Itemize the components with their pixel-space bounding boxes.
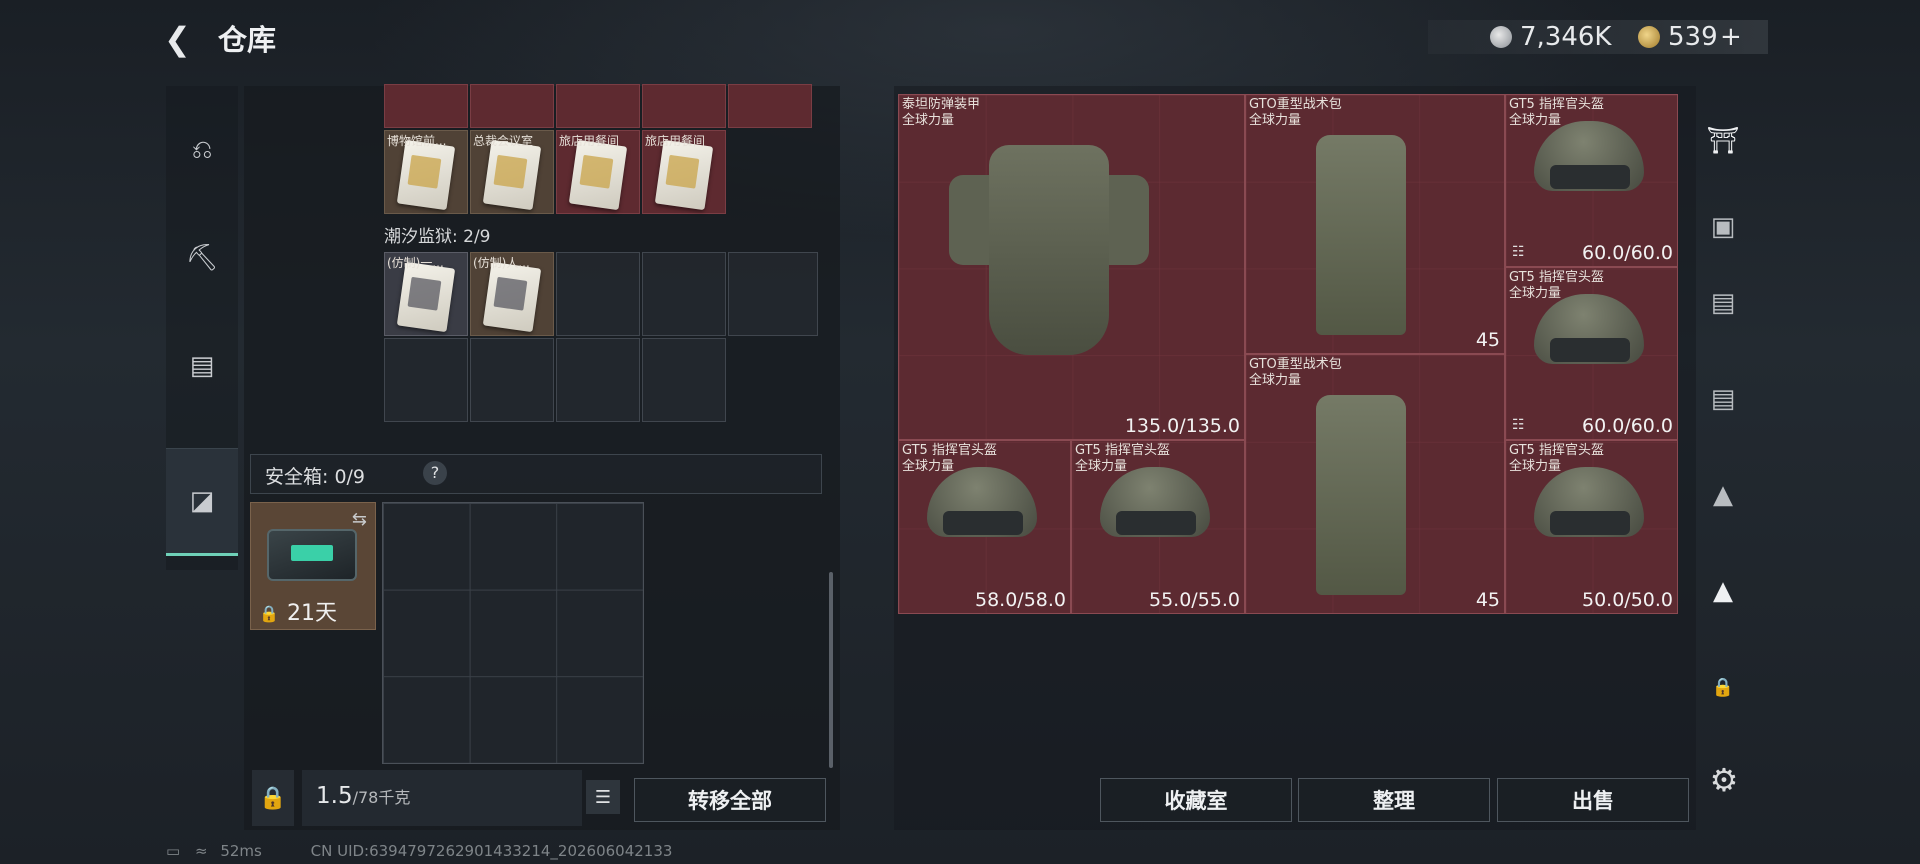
add-currency-button[interactable]: + <box>1720 20 1742 54</box>
empty-slot[interactable] <box>556 252 640 336</box>
safebox-item[interactable]: ⇆ 🔒 21天 <box>250 502 376 630</box>
item-slot[interactable]: 旅店用餐间 <box>642 130 726 214</box>
tier4-folder-icon[interactable]: ▤ <box>1700 376 1746 422</box>
organize-button[interactable]: 整理 <box>1298 778 1490 822</box>
item-slot[interactable]: (仿制)一... <box>384 252 468 336</box>
nav-safebox-icon[interactable]: ◪ <box>166 448 238 556</box>
lock-icon[interactable]: 🔒 <box>1700 664 1746 710</box>
item-slot[interactable]: 旅店用餐间 <box>556 130 640 214</box>
empty-slot[interactable] <box>642 338 726 422</box>
list-view-icon[interactable]: ☰ <box>586 780 620 814</box>
filter-sidebar: ⛩ ▣ ▤ ▤ ▲ ▲ 🔒 <box>1700 94 1746 794</box>
item-slot[interactable] <box>642 84 726 128</box>
item-armor[interactable]: 泰坦防弹装甲 全球力量 135.0/135.0 <box>898 94 1245 440</box>
empty-slot[interactable] <box>470 338 554 422</box>
battery-icon: ▭ <box>166 842 181 860</box>
status-bar: ▭ ≈ 52ms CN UID:6394797262901433214_2026… <box>166 842 672 860</box>
lock-button[interactable]: 🔒 <box>252 770 294 826</box>
safebox-label: 安全箱: 0/9 <box>265 466 366 488</box>
helmet-image <box>1100 467 1210 557</box>
nav-armor-icon[interactable]: ⛏ <box>166 204 238 312</box>
safebox-image <box>267 529 357 581</box>
lock-icon: 🔒 <box>259 604 279 623</box>
weight-value: 1.5 <box>316 783 353 809</box>
item-helmet[interactable]: GT5 指挥官头盔 全球力量 55.0/55.0 <box>1071 440 1245 614</box>
transfer-all-button[interactable]: 转移全部 <box>634 778 826 822</box>
gear-icon[interactable]: ⚙ <box>1704 760 1744 800</box>
item-helmet[interactable]: GT5 指挥官头盔 全球力量 ☷ 60.0/60.0 <box>1505 267 1678 440</box>
currency-bar: 7,346K 539 + <box>1428 20 1768 54</box>
sell-button[interactable]: 出售 <box>1497 778 1689 822</box>
tier3-box-icon[interactable]: ▲ <box>1700 568 1746 614</box>
collection-button[interactable]: 收藏室 <box>1100 778 1292 822</box>
silver-coin-icon <box>1490 26 1512 48</box>
item-slot[interactable]: 博物馆前... <box>384 130 468 214</box>
weight-unit: /78千克 <box>352 788 411 807</box>
silver-amount: 7,346K <box>1520 22 1612 52</box>
armor-image <box>949 125 1149 375</box>
backpack-image <box>1316 395 1406 595</box>
backpack-image <box>1316 135 1406 335</box>
item-backpack[interactable]: GTO重型战术包 全球力量 45 <box>1245 94 1505 354</box>
helmet-filter-icon[interactable]: ⛩ <box>1700 118 1746 164</box>
helmet-image <box>927 467 1037 557</box>
item-slot[interactable] <box>470 84 554 128</box>
item-slot[interactable] <box>728 84 812 128</box>
empty-slot[interactable] <box>556 338 640 422</box>
uid-text: CN UID:6394797262901433214_202606042133 <box>310 842 673 860</box>
safebox-header: 安全箱: 0/9 ? <box>250 454 822 494</box>
item-slot[interactable]: 总裁会议室 <box>470 130 554 214</box>
tier3-box-icon[interactable]: ▲ <box>1700 472 1746 518</box>
nav-weapon-icon[interactable]: ⎌ <box>166 96 238 204</box>
category-nav: ⎌ ⛏ ▤ ◪ <box>166 86 238 570</box>
page-title: 仓库 <box>218 23 277 57</box>
wifi-icon: ≈ <box>194 842 208 860</box>
helmet-image <box>1534 467 1644 557</box>
swap-icon[interactable]: ⇆ <box>352 509 367 530</box>
helmet-image <box>1534 294 1644 384</box>
tier4-container-icon[interactable]: ▣ <box>1700 204 1746 250</box>
gold-amount: 539 <box>1668 22 1718 52</box>
no-repair-icon: ☷ <box>1512 417 1525 433</box>
item-helmet[interactable]: GT5 指挥官头盔 全球力量 ☷ 60.0/60.0 <box>1505 94 1678 267</box>
item-slot[interactable] <box>384 84 468 128</box>
scrollbar[interactable] <box>829 572 833 768</box>
item-slot[interactable] <box>556 84 640 128</box>
item-slot[interactable]: (仿制)人... <box>470 252 554 336</box>
empty-slot[interactable] <box>642 252 726 336</box>
nav-backpack-icon[interactable]: ▤ <box>166 312 238 420</box>
weight-display: 1.5/78千克 <box>302 770 582 826</box>
tier4-folder-icon[interactable]: ▤ <box>1700 280 1746 326</box>
no-repair-icon: ☷ <box>1512 244 1525 260</box>
item-helmet[interactable]: GT5 指挥官头盔 全球力量 58.0/58.0 <box>898 440 1071 614</box>
empty-slot[interactable] <box>384 338 468 422</box>
section-label: 潮汐监狱: 2/9 <box>384 227 491 247</box>
ping-value: 52ms <box>220 842 262 860</box>
empty-slot[interactable] <box>728 252 818 336</box>
item-backpack[interactable]: GTO重型战术包 全球力量 45 <box>1245 354 1505 614</box>
item-helmet[interactable]: GT5 指挥官头盔 全球力量 50.0/50.0 <box>1505 440 1678 614</box>
gold-coin-icon <box>1638 26 1660 48</box>
back-arrow-icon[interactable]: ❮ <box>164 22 198 56</box>
safebox-grid[interactable] <box>382 502 644 764</box>
safebox-days: 21天 <box>287 601 337 626</box>
help-icon[interactable]: ? <box>423 461 447 485</box>
helmet-image <box>1534 121 1644 211</box>
